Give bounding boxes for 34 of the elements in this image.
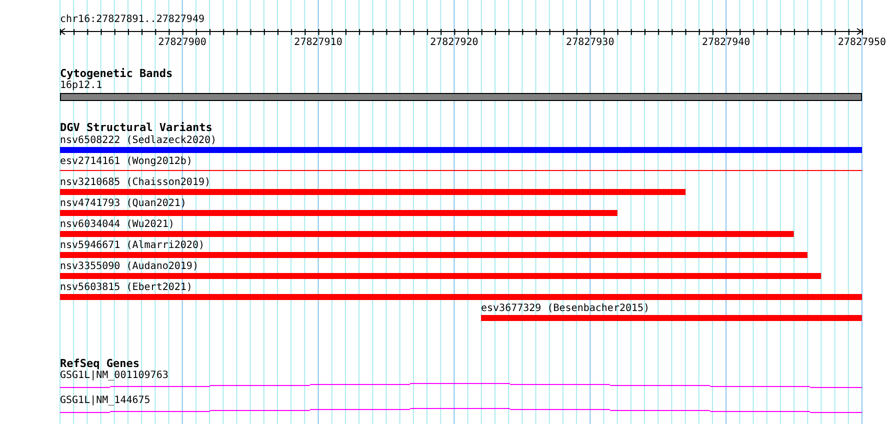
variant-bar[interactable] [60, 294, 862, 300]
tick-label: 27827950 [838, 37, 886, 48]
variant-bar[interactable] [60, 210, 618, 216]
track-title: Cytogenetic Bands [60, 68, 174, 80]
tick-label: 27827900 [158, 37, 206, 48]
gene-line[interactable] [60, 408, 862, 413]
feature-label[interactable]: nsv3355090 (Audano2019) [60, 260, 198, 273]
cytoband-bar[interactable] [60, 93, 862, 101]
feature-label[interactable]: GSG1L|NM_001109763 [60, 370, 168, 382]
tick-label: 27827910 [294, 37, 342, 48]
feature-label[interactable]: esv3677329 (Besenbacher2015) [481, 302, 650, 315]
track-title: DGV Structural Variants [60, 122, 214, 134]
feature-label[interactable]: nsv6034044 (Wu2021) [60, 218, 174, 231]
variant-bar[interactable] [481, 315, 862, 321]
feature-label[interactable]: 16p12.1 [60, 80, 102, 92]
feature-label[interactable]: nsv6508222 (Sedlazeck2020) [60, 134, 217, 147]
feature-label[interactable]: nsv5603815 (Ebert2021) [60, 281, 192, 294]
feature-label[interactable]: nsv4741793 (Quan2021) [60, 197, 186, 210]
tick-label: 27827920 [430, 37, 478, 48]
gene-line[interactable] [60, 383, 862, 388]
tick-label: 27827940 [702, 37, 750, 48]
feature-label[interactable]: esv2714161 (Wong2012b) [60, 155, 192, 168]
feature-label[interactable]: nsv5946671 (Almarri2020) [60, 239, 204, 252]
location-label: chr16:27827891..27827949 [60, 14, 206, 26]
variant-bar[interactable] [60, 189, 686, 195]
variant-bar[interactable] [60, 231, 794, 237]
variant-bar[interactable] [60, 273, 822, 279]
track-title: RefSeq Genes [60, 358, 140, 370]
feature-label[interactable]: GSG1L|NM_144675 [60, 395, 150, 407]
feature-label[interactable]: nsv3210685 (Chaisson2019) [60, 176, 211, 189]
variant-bar[interactable] [60, 252, 808, 258]
variant-bar[interactable] [60, 147, 862, 153]
tick-label: 27827930 [566, 37, 614, 48]
variant-line[interactable] [60, 170, 862, 171]
